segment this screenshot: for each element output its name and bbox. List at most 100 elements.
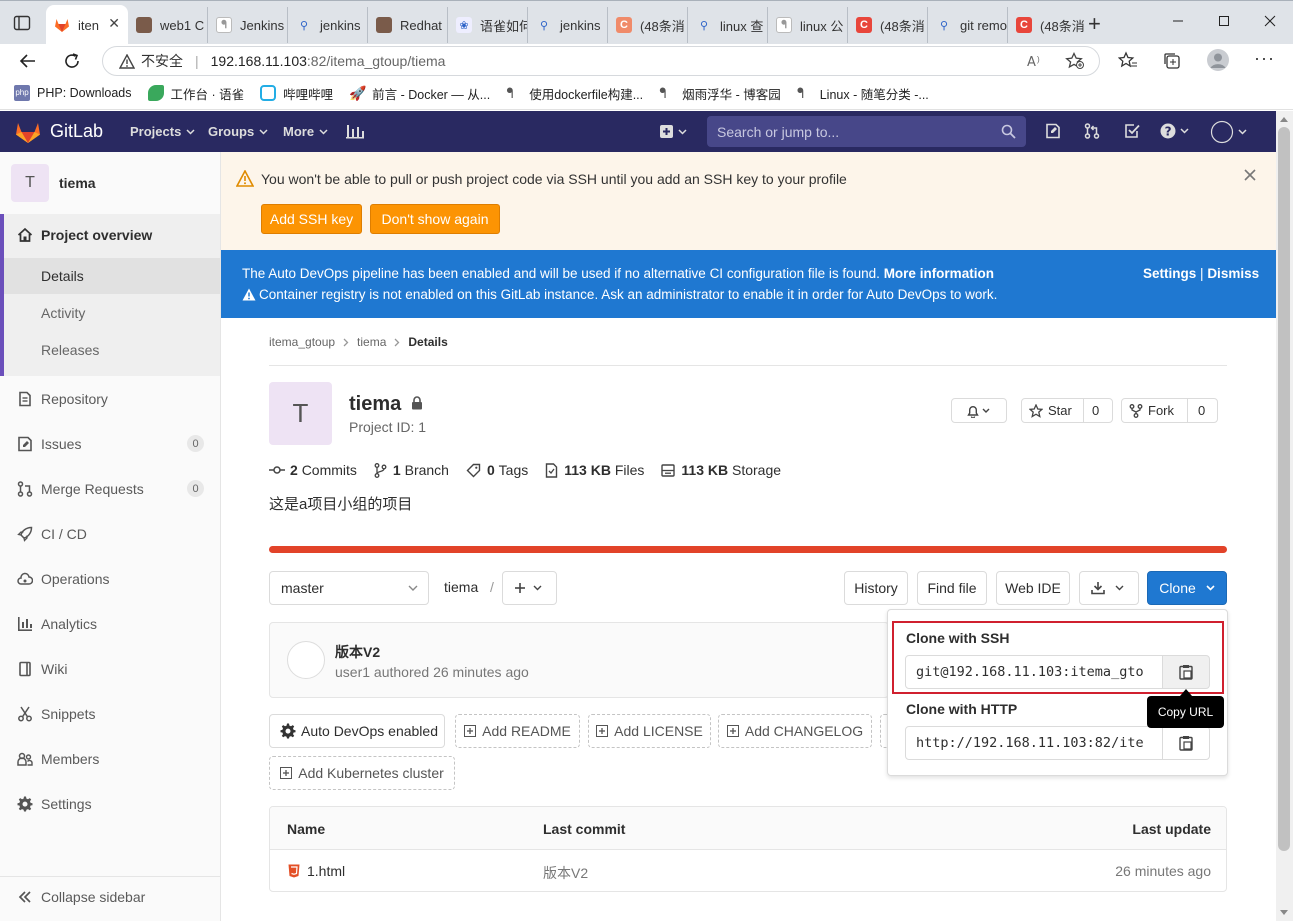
star-count[interactable]: 0 bbox=[1092, 403, 1099, 418]
bookmark-yuque[interactable]: 工作台 · 语雀 bbox=[147, 84, 244, 103]
maximize-icon[interactable] bbox=[1201, 1, 1247, 41]
add-changelog-button[interactable]: Add CHANGELOG bbox=[718, 714, 872, 748]
search-input[interactable]: Search or jump to... bbox=[707, 116, 1026, 147]
history-button[interactable]: History bbox=[844, 571, 908, 605]
commit-author-avatar[interactable] bbox=[287, 641, 325, 679]
tab-3[interactable]: ⚲ jenkins bbox=[288, 7, 368, 43]
breadcrumb-group[interactable]: itema_gtoup bbox=[269, 335, 335, 349]
tab-2[interactable]: ᖳ Jenkins bbox=[208, 7, 288, 43]
project-avatar[interactable]: T bbox=[11, 164, 49, 202]
copy-http-url-button[interactable] bbox=[1162, 726, 1210, 760]
sidebar-item-project-overview[interactable]: Project overview bbox=[0, 212, 220, 257]
bookmark-dockerfile[interactable]: ᖳ 使用dockerfile构建... bbox=[506, 84, 643, 103]
sidebar-item-members[interactable]: Members bbox=[0, 736, 220, 781]
sidebar-item-issues[interactable]: Issues 0 bbox=[0, 421, 220, 466]
collections-icon[interactable] bbox=[1162, 51, 1182, 71]
refresh-icon[interactable] bbox=[62, 51, 82, 71]
notification-button[interactable] bbox=[951, 398, 1007, 423]
add-favorite-icon[interactable] bbox=[1065, 52, 1085, 70]
bookmark-cnblogs[interactable]: ᖳ 烟雨浮华 - 博客园 bbox=[659, 84, 781, 103]
read-aloud-icon[interactable]: A) bbox=[1027, 53, 1045, 69]
sidebar-item-wiki[interactable]: Wiki bbox=[0, 646, 220, 691]
stat-tags[interactable]: 0 Tags bbox=[466, 462, 528, 478]
auto-devops-button[interactable]: Auto DevOps enabled bbox=[269, 714, 445, 748]
scroll-down-arrow-icon[interactable] bbox=[1280, 910, 1288, 915]
tab-12[interactable]: C (48条消 bbox=[1008, 7, 1084, 43]
stat-branch[interactable]: 1 Branch bbox=[374, 462, 449, 478]
stat-files[interactable]: 113 KB Files bbox=[545, 462, 644, 478]
web-ide-button[interactable]: Web IDE bbox=[996, 571, 1070, 605]
url-field[interactable]: 不安全 | 192.168.11.103:82/itema_gtoup/tiem… bbox=[102, 46, 1100, 76]
close-icon[interactable] bbox=[1243, 168, 1257, 182]
gitlab-brand[interactable]: GitLab bbox=[50, 121, 103, 142]
close-window-icon[interactable] bbox=[1247, 1, 1293, 41]
nav-projects[interactable]: Projects bbox=[130, 111, 195, 152]
back-icon[interactable] bbox=[18, 51, 38, 71]
tab-4[interactable]: Redhat bbox=[368, 7, 448, 43]
sidebar-item-settings[interactable]: Settings bbox=[0, 781, 220, 826]
sidebar-item-merge-requests[interactable]: Merge Requests 0 bbox=[0, 466, 220, 511]
tab-8[interactable]: ⚲ linux 查 bbox=[688, 7, 768, 43]
fork-button[interactable]: Fork 0 bbox=[1121, 398, 1218, 423]
stat-storage[interactable]: 113 KB Storage bbox=[661, 462, 781, 478]
file-name[interactable]: 1.html bbox=[307, 863, 345, 879]
sidebar-item-snippets[interactable]: Snippets bbox=[0, 691, 220, 736]
warning-icon[interactable] bbox=[119, 53, 135, 69]
ssh-url-field[interactable]: git@192.168.11.103:itema_gto bbox=[905, 655, 1163, 689]
settings-link[interactable]: Settings bbox=[1143, 266, 1196, 281]
bookmark-bilibili[interactable]: 哔哩哔哩 bbox=[260, 84, 333, 103]
scroll-up-arrow-icon[interactable] bbox=[1280, 117, 1288, 122]
tab-11[interactable]: ⚲ git remo bbox=[928, 7, 1008, 43]
help-icon[interactable]: ? bbox=[1160, 123, 1192, 139]
commit-title[interactable]: 版本V2 bbox=[335, 642, 380, 662]
find-file-button[interactable]: Find file bbox=[917, 571, 987, 605]
nav-groups[interactable]: Groups bbox=[208, 111, 268, 152]
tab-6[interactable]: ⚲ jenkins bbox=[528, 7, 608, 43]
add-kubernetes-cluster-button[interactable]: Add Kubernetes cluster bbox=[269, 756, 455, 790]
http-url-field[interactable]: http://192.168.11.103:82/ite bbox=[905, 726, 1163, 760]
new-tab-plus-icon[interactable]: + bbox=[1088, 13, 1101, 35]
activity-chart-icon[interactable] bbox=[346, 123, 364, 139]
sidebar-item-analytics[interactable]: Analytics bbox=[0, 601, 220, 646]
fork-count[interactable]: 0 bbox=[1198, 403, 1205, 418]
nav-more[interactable]: More bbox=[283, 111, 328, 152]
tab-10[interactable]: C (48条消 bbox=[848, 7, 928, 43]
scrollbar-thumb[interactable] bbox=[1278, 127, 1290, 851]
todos-nav-icon[interactable] bbox=[1124, 123, 1140, 139]
more-menu-icon[interactable]: ··· bbox=[1254, 48, 1275, 69]
add-ssh-key-button[interactable]: Add SSH key bbox=[261, 204, 362, 234]
sidebar-item-ci-cd[interactable]: CI / CD bbox=[0, 511, 220, 556]
minimize-icon[interactable] bbox=[1155, 1, 1201, 41]
new-item-icon[interactable] bbox=[660, 125, 688, 139]
clone-button[interactable]: Clone bbox=[1147, 571, 1227, 605]
stat-commits[interactable]: 2 Commits bbox=[269, 462, 357, 478]
sidebar-sub-activity[interactable]: Activity bbox=[41, 305, 85, 321]
tab-gitlab[interactable]: iten ✕ bbox=[46, 5, 128, 45]
star-button[interactable]: Star 0 bbox=[1021, 398, 1113, 423]
issues-nav-icon[interactable] bbox=[1045, 123, 1061, 139]
user-avatar-icon[interactable] bbox=[1210, 120, 1252, 144]
gitlab-logo-icon[interactable] bbox=[15, 120, 41, 144]
add-readme-button[interactable]: Add README bbox=[455, 714, 580, 748]
tab-5[interactable]: ❀ 语雀如何 bbox=[448, 7, 528, 43]
security-label[interactable]: 不安全 bbox=[141, 51, 183, 71]
tab-9[interactable]: ᖳ linux 公 bbox=[768, 7, 848, 43]
bookmark-docker[interactable]: 🚀 前言 - Docker — 从... bbox=[349, 84, 490, 103]
more-information-link[interactable]: More information bbox=[884, 266, 994, 281]
tab-1[interactable]: web1 C bbox=[128, 7, 208, 43]
merge-requests-nav-icon[interactable] bbox=[1084, 123, 1100, 139]
tab-actions-icon[interactable] bbox=[12, 13, 32, 33]
bookmark-php[interactable]: php PHP: Downloads bbox=[14, 85, 132, 101]
sidebar-item-operations[interactable]: Operations bbox=[0, 556, 220, 601]
breadcrumb-project[interactable]: tiema bbox=[357, 335, 386, 349]
tab-7[interactable]: C (48条消 bbox=[608, 7, 688, 43]
page-scrollbar[interactable] bbox=[1276, 111, 1293, 921]
table-row[interactable]: 1.html 版本V2 26 minutes ago bbox=[270, 850, 1226, 891]
branch-select[interactable]: master bbox=[269, 571, 429, 605]
file-commit-message[interactable]: 版本V2 bbox=[543, 863, 588, 883]
copy-ssh-url-button[interactable] bbox=[1162, 655, 1210, 689]
dismiss-link[interactable]: Dismiss bbox=[1207, 266, 1259, 281]
close-tab-icon[interactable]: ✕ bbox=[108, 15, 120, 32]
add-to-tree-button[interactable] bbox=[502, 571, 557, 605]
sidebar-item-repository[interactable]: Repository bbox=[0, 376, 220, 421]
